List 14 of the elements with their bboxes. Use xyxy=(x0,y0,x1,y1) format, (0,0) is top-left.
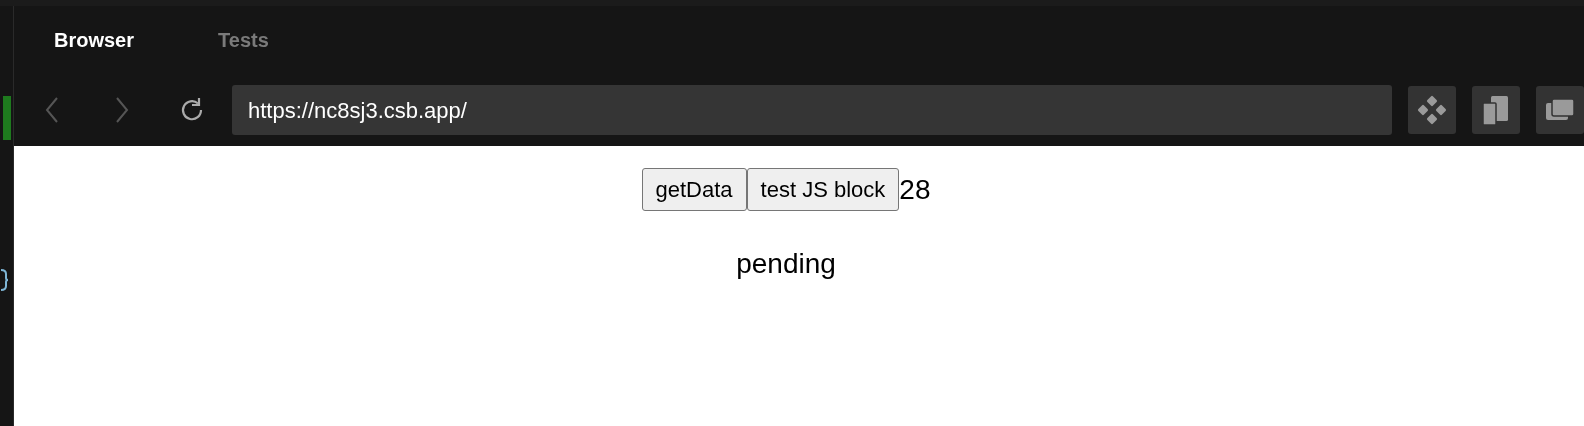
code-fragment-icon xyxy=(0,268,8,292)
back-icon[interactable] xyxy=(44,96,60,124)
page-button[interactable]: getData xyxy=(641,168,747,211)
windows-icon[interactable] xyxy=(1536,86,1584,134)
copy-icon[interactable] xyxy=(1472,86,1520,134)
tab[interactable]: Browser xyxy=(54,25,135,55)
count-text: 28 xyxy=(899,175,931,204)
address-field[interactable]: https://nc8sj3.csb.app/ xyxy=(232,85,1392,135)
git-change-marker xyxy=(3,96,11,140)
page-button[interactable]: test JS block xyxy=(746,168,900,211)
tab[interactable]: Tests xyxy=(218,25,269,55)
components-icon[interactable] xyxy=(1408,86,1456,134)
status-text: pending xyxy=(736,247,836,281)
forward-icon[interactable] xyxy=(114,96,130,124)
